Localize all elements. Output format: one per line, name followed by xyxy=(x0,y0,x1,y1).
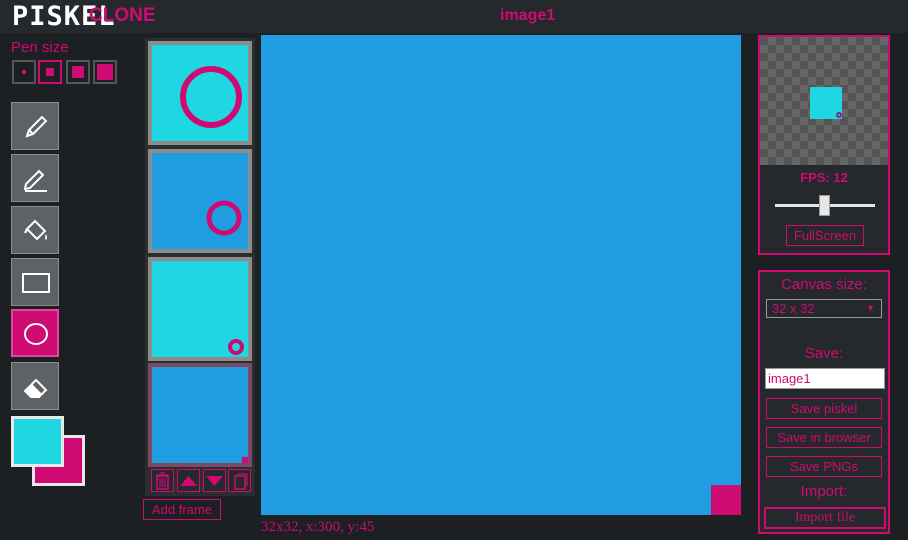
preview-panel: FPS: 12 FullScreen xyxy=(758,35,890,255)
add-frame-button[interactable]: Add frame xyxy=(143,499,221,520)
frame-1-circle-preview xyxy=(180,66,242,128)
settings-panel: Canvas size: 32 x 32 ▼ Save: image1 Save… xyxy=(758,270,890,534)
tool-paint-bucket-button[interactable] xyxy=(11,206,59,254)
frame-actions-bar xyxy=(148,468,252,493)
header-bar: PISKEL CLONE image1 xyxy=(0,0,908,33)
pen-size-4-button[interactable] xyxy=(93,60,117,84)
fullscreen-button[interactable]: FullScreen xyxy=(786,225,864,246)
delete-frame-button[interactable] xyxy=(151,469,174,492)
tool-pen-button[interactable] xyxy=(11,102,59,150)
save-label: Save: xyxy=(804,345,844,362)
frame-3-circle-preview xyxy=(228,339,244,355)
document-title: image1 xyxy=(500,7,556,24)
canvas-size-label: Canvas size: xyxy=(781,276,867,293)
app-logo-suffix: CLONE xyxy=(89,5,156,26)
move-frame-up-button[interactable] xyxy=(177,469,200,492)
pen-size-1-button[interactable] xyxy=(12,60,36,84)
canvas-size-select[interactable]: 32 x 32 ▼ xyxy=(766,299,882,318)
pen-stroke-icon xyxy=(23,169,47,192)
save-in-browser-button[interactable]: Save in browser xyxy=(766,427,882,448)
fps-label: FPS: 12 xyxy=(800,170,848,185)
frame-2-circle-preview xyxy=(206,200,242,236)
tool-rectangle-button[interactable] xyxy=(11,258,59,306)
move-frame-down-button[interactable] xyxy=(203,469,226,492)
file-name-input[interactable]: image1 xyxy=(765,368,885,389)
pencil-icon xyxy=(25,115,48,138)
frame-thumbnail-4[interactable] xyxy=(148,363,252,467)
frame-4-pixel-preview xyxy=(242,457,248,463)
move-down-icon xyxy=(206,476,223,486)
canvas-size-value: 32 x 32 xyxy=(772,301,815,316)
canvas-pixel xyxy=(711,485,741,515)
duplicate-frame-button[interactable] xyxy=(228,469,251,492)
paint-bucket-icon xyxy=(24,219,47,241)
cursor-position-info: 32x32, x:300, y:45 xyxy=(261,519,375,535)
preview-circle-mark xyxy=(836,112,842,118)
duplicate-icon xyxy=(234,473,248,490)
import-label: Import: xyxy=(800,483,848,500)
drawing-canvas[interactable] xyxy=(261,35,741,515)
eraser-icon xyxy=(23,378,48,398)
primary-color-swatch[interactable] xyxy=(11,416,64,467)
tool-eraser-button[interactable] xyxy=(11,362,59,410)
pen-size-label: Pen size xyxy=(11,39,69,56)
animation-preview xyxy=(760,37,888,165)
chevron-down-icon: ▼ xyxy=(866,303,875,313)
circle-icon xyxy=(24,323,48,345)
import-file-button[interactable]: Import file xyxy=(764,507,886,529)
frames-panel xyxy=(145,38,255,496)
pen-size-2-button[interactable] xyxy=(38,60,62,84)
save-piskel-button[interactable]: Save piskel xyxy=(766,398,882,419)
frame-thumbnail-1[interactable] xyxy=(148,41,252,145)
tool-circle-button[interactable] xyxy=(11,309,59,357)
trash-icon xyxy=(156,472,169,490)
move-up-icon xyxy=(180,476,197,486)
frame-thumbnail-3[interactable] xyxy=(148,257,252,361)
tool-stroke-button[interactable] xyxy=(11,154,59,202)
frame-thumbnail-2[interactable] xyxy=(148,149,252,253)
rectangle-icon xyxy=(22,273,50,293)
fps-slider-handle[interactable] xyxy=(819,195,830,216)
save-pngs-button[interactable]: Save PNGs xyxy=(766,456,882,477)
pen-size-3-button[interactable] xyxy=(66,60,90,84)
